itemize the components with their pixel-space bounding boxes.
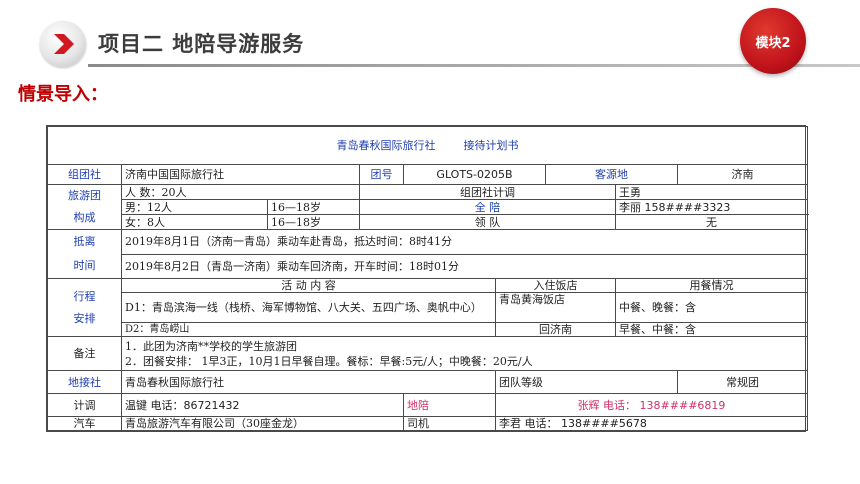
people-count: 人 数：20人: [121, 184, 360, 200]
source-label: 客源地: [545, 164, 678, 185]
chevron-right-icon: [54, 34, 74, 54]
table-row: 组团社 济南中国国际旅行社 团号 GLOTS-0205B 客源地 济南: [47, 164, 808, 185]
driver-label: 司机: [403, 416, 496, 431]
national-guide-label: 全 陪: [359, 199, 616, 215]
logo: [40, 21, 86, 67]
table-row: 抵离 时间 2019年8月1日（济南一青岛）乘动车赴青岛，抵达时间：8时41分: [47, 229, 808, 279]
section-title: 情景导入：: [18, 84, 108, 105]
itinerary-label: 行程 安排: [47, 278, 122, 337]
meal-header: 用餐情况: [615, 278, 808, 293]
departure-info: 2019年8月2日（青岛一济南）乘动车回济南，开车时间：18时01分: [121, 253, 808, 279]
table-row: 汽车 青岛旅游汽车有限公司（30座金龙） 司机 李君 电话： 138####56…: [47, 416, 808, 431]
d1-hotel: 青岛黄海饭店: [495, 292, 616, 323]
leader-value: 无: [615, 214, 808, 230]
tour-group-label-line2: 构成: [73, 211, 96, 224]
reception-plan-document: 青岛春秋国际旅行社 接待计划书 组团社 济南中国国际旅行社 团号 GLOTS-02…: [46, 125, 808, 432]
leader-label: 领 队: [359, 214, 616, 230]
reception-plan-table: 青岛春秋国际旅行社 接待计划书 组团社 济南中国国际旅行社 团号 GLOTS-02…: [47, 126, 808, 431]
itinerary-label-line2: 安排: [73, 311, 96, 325]
table-title-row: 青岛春秋国际旅行社 接待计划书: [47, 126, 808, 165]
national-guide-value: 李丽 158####3323: [615, 199, 808, 215]
org-dispatcher-label: 组团社计调: [359, 184, 616, 200]
org-dispatcher-value: 王勇: [615, 184, 808, 200]
activity-header: 活 动 内 容: [121, 278, 496, 293]
male-age: 16—18岁: [267, 199, 360, 215]
female-age: 16—18岁: [267, 214, 360, 230]
table-row: 备注 1．此团为济南**学校的学生旅游团 2．团餐安排： 1早3正，10月1日早…: [47, 336, 808, 371]
table-row: 旅游团 构成 人 数：20人 组团社计调 王勇: [47, 184, 808, 230]
d2-meal: 早餐、中餐：含: [615, 322, 808, 337]
d2-hotel: 回济南: [495, 322, 616, 337]
remarks-content: 1．此团为济南**学校的学生旅游团 2．团餐安排： 1早3正，10月1日早餐自理…: [121, 336, 808, 371]
header-divider: [88, 64, 860, 67]
arrive-depart-label-line2: 时间: [73, 259, 96, 272]
group-no-label: 团号: [359, 164, 404, 185]
male-count: 男：12人: [121, 199, 268, 215]
d1-activity: D1：青岛滨海一线（栈桥、海军博物馆、八大关、五四广场、奥帆中心）: [121, 292, 496, 323]
table-title: 青岛春秋国际旅行社 接待计划书: [47, 126, 808, 165]
arrival-info: 2019年8月1日（济南一青岛）乘动车赴青岛，抵达时间：8时41分: [121, 229, 808, 255]
table-row: 男：12人 16—18岁 全 陪 李丽 158####3323: [48, 199, 808, 215]
remark-item: 2．团餐安排： 1早3正，10月1日早餐自理。餐标：早餐:5元/人；中晚餐：20…: [125, 354, 533, 368]
table-row: 女：8人 16—18岁 领 队 无: [48, 214, 808, 230]
itinerary-label-line1: 行程: [73, 289, 96, 303]
receiving-agency-label: 地接社: [47, 370, 122, 394]
local-guide-value: 张辉 电话： 138####6819: [495, 393, 808, 417]
bus-label: 汽车: [47, 416, 122, 431]
d2-activity: D2：青岛崂山: [121, 322, 496, 337]
table-row: D1：青岛滨海一线（栈桥、海军博物馆、八大关、五四广场、奥帆中心） 青岛黄海饭店…: [48, 292, 808, 323]
agency-title: 青岛春秋国际旅行社: [336, 139, 436, 152]
header: 项目二 地陪导游服务 模块2: [0, 0, 860, 74]
tour-group-label: 旅游团 构成: [47, 184, 122, 230]
remark-item: 1．此团为济南**学校的学生旅游团: [125, 339, 297, 353]
dispatcher-label: 计调: [47, 393, 122, 417]
bus-value: 青岛旅游汽车有限公司（30座金龙）: [121, 416, 404, 431]
female-count: 女：8人: [121, 214, 268, 230]
arrive-depart-label: 抵离 时间: [47, 229, 122, 279]
driver-value: 李君 电话： 138####5678: [495, 416, 808, 431]
group-no-value: GLOTS-0205B: [403, 164, 546, 185]
group-level-value: 常规团: [677, 370, 808, 394]
dispatcher-value: 温键 电话：86721432: [121, 393, 404, 417]
table-row: 2019年8月2日（青岛一济南）乘动车回济南，开车时间：18时01分: [48, 253, 808, 279]
table-row: 地接社 青岛春秋国际旅行社 团队等级 常规团: [47, 370, 808, 394]
page-title: 项目二 地陪导游服务: [98, 32, 305, 56]
receiving-agency-value: 青岛春秋国际旅行社: [121, 370, 496, 394]
d1-meal: 中餐、晚餐：含: [615, 292, 808, 323]
table-row: 行程 安排 活 动 内 容 入住饭店 用餐情况: [47, 278, 808, 337]
module-badge: 模块2: [740, 8, 806, 74]
local-guide-label: 地陪: [403, 393, 496, 417]
source-value: 济南: [677, 164, 808, 185]
group-level-label: 团队等级: [495, 370, 678, 394]
hotel-header: 入住饭店: [495, 278, 616, 293]
table-row: D2：青岛崂山 回济南 早餐、中餐：含: [48, 322, 808, 337]
tour-group-label-line1: 旅游团: [68, 189, 101, 202]
arrive-depart-label-line1: 抵离: [73, 235, 96, 248]
plan-title: 接待计划书: [463, 139, 519, 152]
org-value: 济南中国国际旅行社: [121, 164, 360, 185]
table-row: 计调 温键 电话：86721432 地陪 张辉 电话： 138####6819: [47, 393, 808, 417]
org-label: 组团社: [47, 164, 122, 185]
remarks-label: 备注: [47, 336, 122, 371]
